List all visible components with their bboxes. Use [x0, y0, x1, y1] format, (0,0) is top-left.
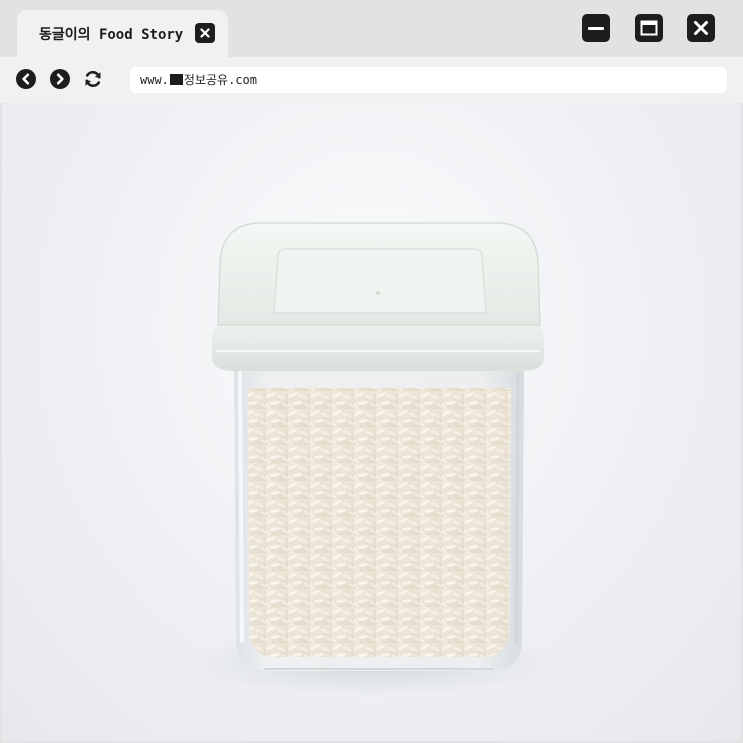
navigation-bar: www. 정보공유.com	[0, 57, 743, 103]
close-window-button[interactable]	[687, 14, 715, 42]
maximize-button[interactable]	[635, 14, 663, 42]
minimize-button[interactable]	[582, 14, 610, 42]
url-prefix: www.	[140, 73, 169, 87]
tab-title: 동글이의 Food Story	[39, 27, 184, 43]
reload-icon	[85, 71, 101, 87]
reload-button[interactable]	[83, 69, 103, 89]
tab-close-button[interactable]	[195, 23, 215, 43]
address-bar[interactable]: www. 정보공유.com	[130, 67, 727, 93]
title-bar: 동글이의 Food Story	[0, 0, 743, 57]
back-arrow-icon	[16, 69, 36, 89]
forward-arrow-icon	[50, 69, 70, 89]
minimize-icon	[588, 27, 604, 30]
close-icon	[200, 28, 210, 38]
forward-button[interactable]	[50, 69, 70, 89]
browser-tab[interactable]: 동글이의 Food Story	[17, 10, 228, 57]
close-icon	[694, 21, 708, 35]
url-text: www. 정보공유.com	[140, 72, 257, 88]
back-button[interactable]	[16, 69, 36, 89]
browser-window: 동글이의 Food Story www. 정보공유.com	[0, 0, 743, 743]
page-content	[2, 103, 741, 741]
redaction-block-icon	[169, 74, 183, 85]
maximize-icon	[640, 20, 658, 36]
rice-container-photo	[182, 222, 562, 697]
url-suffix: 정보공유.com	[183, 73, 257, 87]
